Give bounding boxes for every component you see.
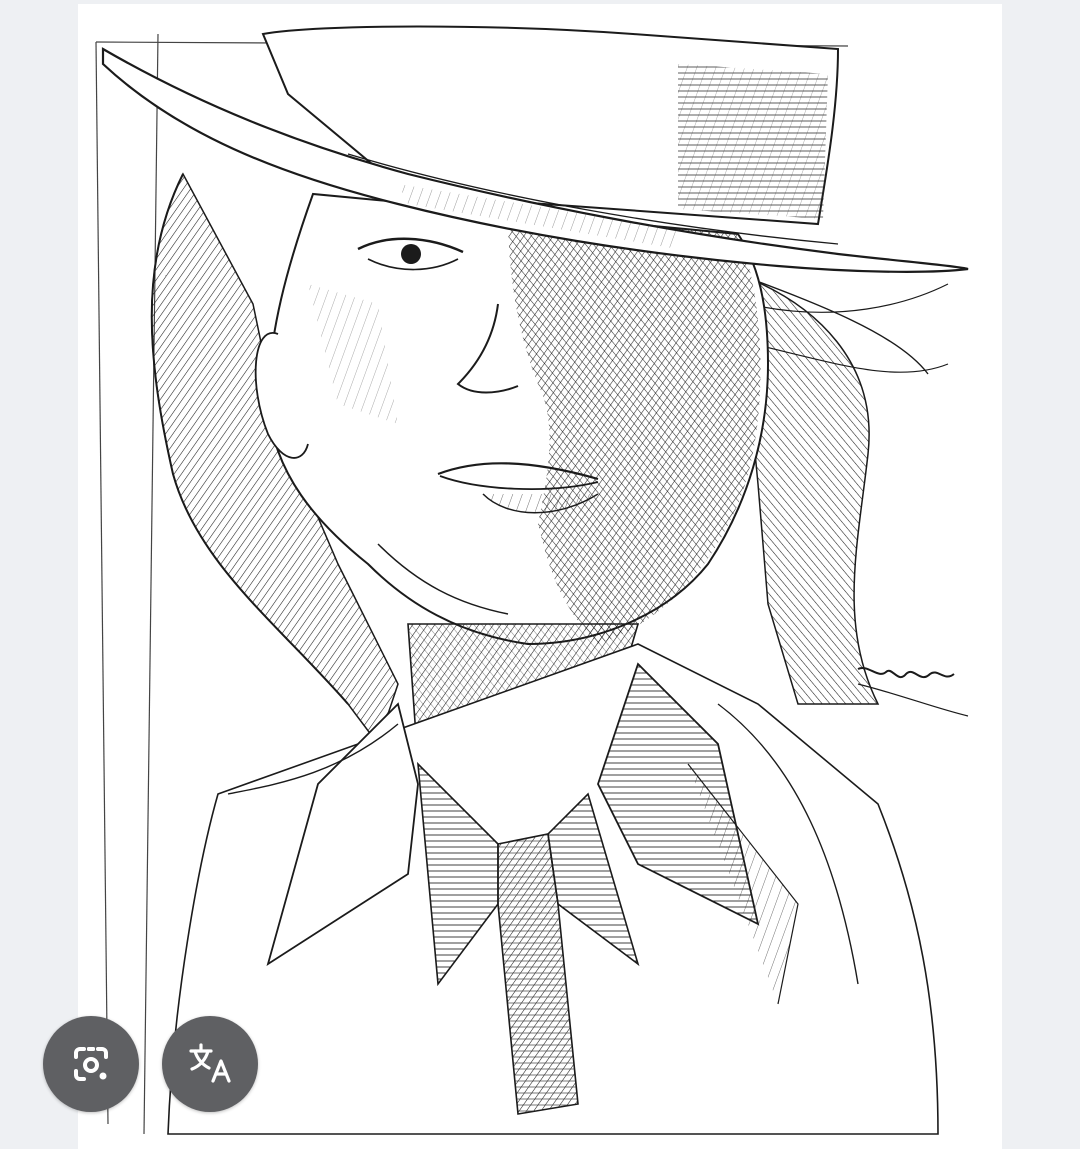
image-viewer: Search image Translate bbox=[0, 0, 1080, 1149]
translate-button[interactable]: Translate bbox=[162, 1016, 258, 1112]
hat bbox=[101, 25, 969, 273]
portrait-sketch-image[interactable] bbox=[78, 4, 1002, 1149]
artist-signature bbox=[857, 666, 969, 717]
lens-search-button[interactable]: Search image bbox=[43, 1016, 139, 1112]
lens-camera-icon bbox=[74, 1047, 108, 1081]
translate-icon bbox=[189, 1043, 231, 1083]
sketch-illustration bbox=[95, 25, 969, 1135]
